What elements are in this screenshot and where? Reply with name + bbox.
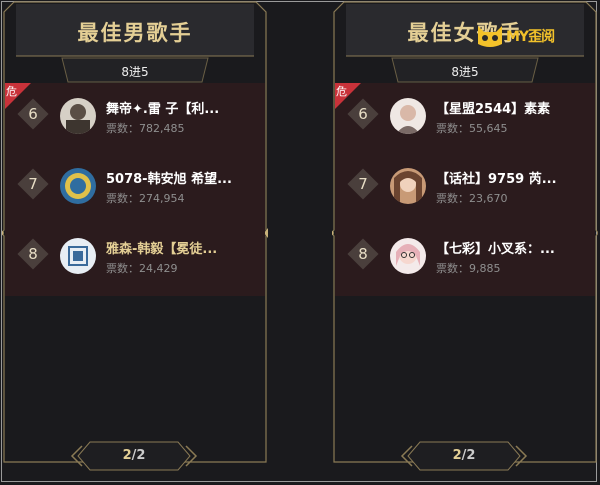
avatar[interactable] [60, 98, 96, 134]
cat-face-icon [478, 26, 502, 47]
best-male-singer-panel: 最佳男歌手 8进5 危 6 舞帝✦.雷 子【利... 票数：782,485 7 … [2, 0, 268, 471]
avatar[interactable] [60, 168, 96, 204]
contestant-name[interactable]: 雅森-韩毅【冕徒... [106, 238, 256, 257]
panel-title: 最佳男歌手 [77, 21, 193, 45]
current-page: 2 [452, 448, 462, 463]
vote-count: 票数：274,954 [106, 192, 185, 205]
vote-count: 票数：9,885 [436, 262, 501, 275]
vote-count: 票数：24,429 [106, 262, 178, 275]
current-page: 2 [122, 448, 132, 463]
list-item[interactable]: 8 雅森-韩毅【冕徒... 票数：24,429 [5, 229, 265, 289]
list-item[interactable]: 6 舞帝✦.雷 子【利... 票数：782,485 [5, 89, 265, 149]
total-pages: /2 [461, 448, 476, 463]
contestant-name[interactable]: 【话社】9759 芮... [436, 168, 586, 187]
avatar[interactable] [390, 168, 426, 204]
rank-number: 8 [28, 245, 38, 263]
page-indicator: 2/2 [74, 448, 194, 463]
best-female-singer-panel: 最佳女歌手 8进5 危 6 【星盟2544】素素 票数：55,645 7 【话社… [332, 0, 598, 471]
vote-count: 票数：23,670 [436, 192, 508, 205]
contestant-name[interactable]: 【七彩】小叉系：... [436, 238, 586, 257]
avatar[interactable] [390, 98, 426, 134]
rank-number: 7 [28, 175, 38, 193]
vote-count: 票数：55,645 [436, 122, 508, 135]
round-label: 8进5 [451, 65, 479, 79]
rank-number: 7 [358, 175, 368, 193]
pagination: 2/2 [70, 438, 198, 474]
list-item[interactable]: 7 5078-韩安旭 希望... 票数：274,954 [5, 159, 265, 219]
rank-number: 6 [28, 105, 38, 123]
page-indicator: 2/2 [404, 448, 524, 463]
watermark-logo: MY歪阅 [474, 20, 584, 50]
contestant-name[interactable]: 【星盟2544】素素 [436, 98, 586, 117]
round-label: 8进5 [121, 65, 149, 79]
vote-count: 票数：782,485 [106, 122, 185, 135]
total-pages: /2 [131, 448, 146, 463]
pagination: 2/2 [400, 438, 528, 474]
list-item[interactable]: 8 【七彩】小叉系：... 票数：9,885 [335, 229, 595, 289]
rank-number: 6 [358, 105, 368, 123]
contestant-name[interactable]: 舞帝✦.雷 子【利... [106, 98, 256, 117]
avatar[interactable] [390, 238, 426, 274]
avatar[interactable] [60, 238, 96, 274]
list-item[interactable]: 6 【星盟2544】素素 票数：55,645 [335, 89, 595, 149]
rank-number: 8 [358, 245, 368, 263]
ranking-list: 危 6 【星盟2544】素素 票数：55,645 7 【话社】9759 芮...… [335, 83, 595, 296]
contestant-name[interactable]: 5078-韩安旭 希望... [106, 168, 256, 187]
watermark-text: MY歪阅 [506, 29, 555, 45]
list-item[interactable]: 7 【话社】9759 芮... 票数：23,670 [335, 159, 595, 219]
ranking-list: 危 6 舞帝✦.雷 子【利... 票数：782,485 7 5078-韩安旭 希… [5, 83, 265, 296]
